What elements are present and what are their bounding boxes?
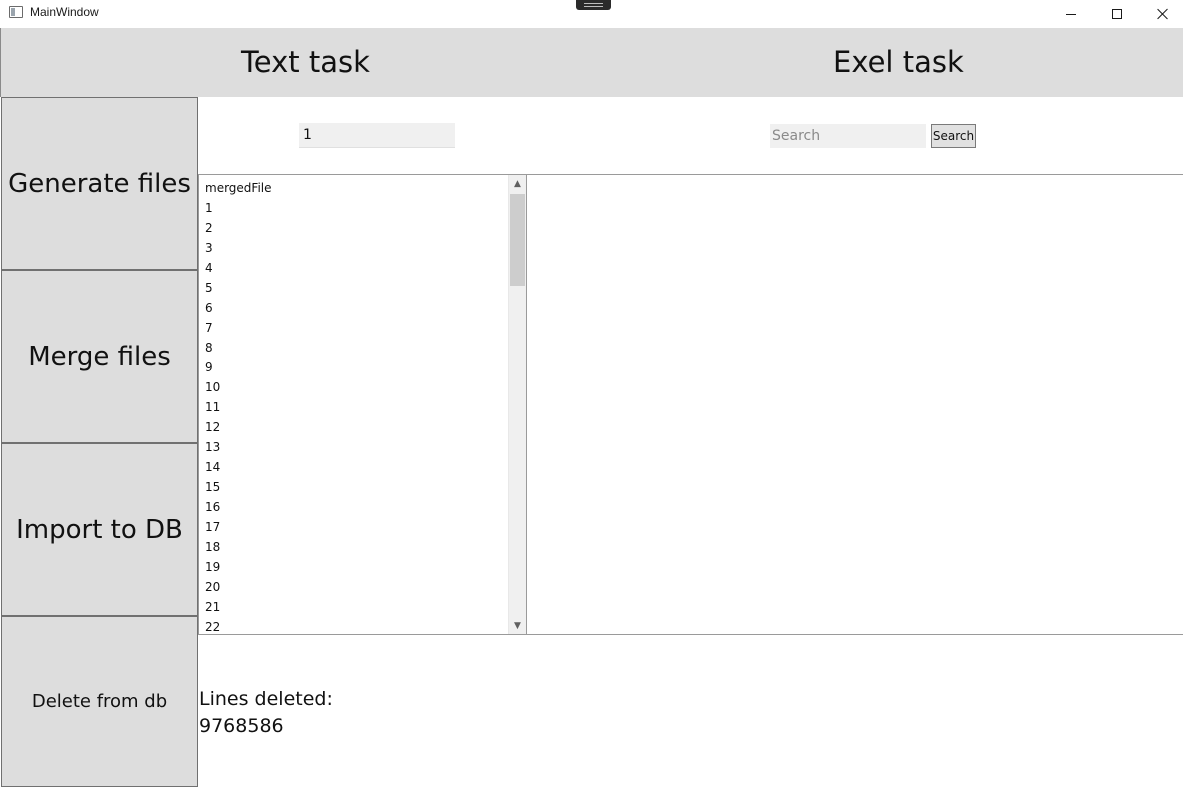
main-window: MainWindow Text task Exel task Generate … [0,0,1183,787]
window-title: MainWindow [30,5,99,19]
lines-deleted-label: Lines deleted: [199,688,333,710]
snap-layout-handle[interactable] [576,0,611,10]
list-item[interactable]: 14 [205,458,505,478]
list-item[interactable]: 6 [205,299,505,319]
text-task-title: Text task [241,45,370,79]
list-item[interactable]: 15 [205,478,505,498]
file-list-scrollbar[interactable]: ▲ ▼ [508,175,526,634]
list-item[interactable]: mergedFile [205,179,505,199]
maximize-icon [1112,9,1122,19]
lines-deleted-value: 9768586 [199,715,284,737]
list-item[interactable]: 22 [205,618,505,634]
list-item[interactable]: 4 [205,259,505,279]
list-item[interactable]: 9 [205,358,505,378]
maximize-button[interactable] [1094,0,1140,28]
close-button[interactable] [1140,0,1183,28]
window-app-icon [9,6,23,18]
list-item[interactable]: 7 [205,319,505,339]
list-item[interactable]: 8 [205,339,505,359]
list-item[interactable]: 1 [205,199,505,219]
title-bar: MainWindow [0,0,1183,28]
list-item[interactable]: 3 [205,239,505,259]
search-button[interactable]: Search [931,124,976,148]
list-item[interactable]: 13 [205,438,505,458]
merge-files-button[interactable]: Merge files [1,270,198,443]
minimize-button[interactable] [1048,0,1094,28]
exel-task-title: Exel task [833,45,964,79]
list-item[interactable]: 11 [205,398,505,418]
minimize-icon [1066,13,1076,15]
header-band: Text task Exel task [0,28,1183,97]
excel-data-grid[interactable] [526,174,1183,635]
list-item[interactable]: 16 [205,498,505,518]
list-item[interactable]: 18 [205,538,505,558]
chevron-up-icon[interactable]: ▲ [509,175,526,192]
close-icon [1157,8,1169,20]
list-item[interactable]: 21 [205,598,505,618]
file-number-input[interactable] [299,123,455,148]
delete-from-db-button[interactable]: Delete from db [1,616,198,787]
generate-files-button[interactable]: Generate files [1,97,198,270]
list-item[interactable]: 12 [205,418,505,438]
list-item[interactable]: 20 [205,578,505,598]
list-item[interactable]: 10 [205,378,505,398]
list-item[interactable]: 5 [205,279,505,299]
import-to-db-button[interactable]: Import to DB [1,443,198,616]
chevron-down-icon[interactable]: ▼ [509,617,526,634]
file-list[interactable]: mergedFile 1 2 3 4 5 6 7 8 9 10 11 12 13… [198,174,527,635]
list-item[interactable]: 17 [205,518,505,538]
scrollbar-thumb[interactable] [510,194,525,286]
list-item[interactable]: 2 [205,219,505,239]
search-input[interactable] [770,124,926,148]
file-list-items: mergedFile 1 2 3 4 5 6 7 8 9 10 11 12 13… [205,179,505,634]
list-item[interactable]: 19 [205,558,505,578]
